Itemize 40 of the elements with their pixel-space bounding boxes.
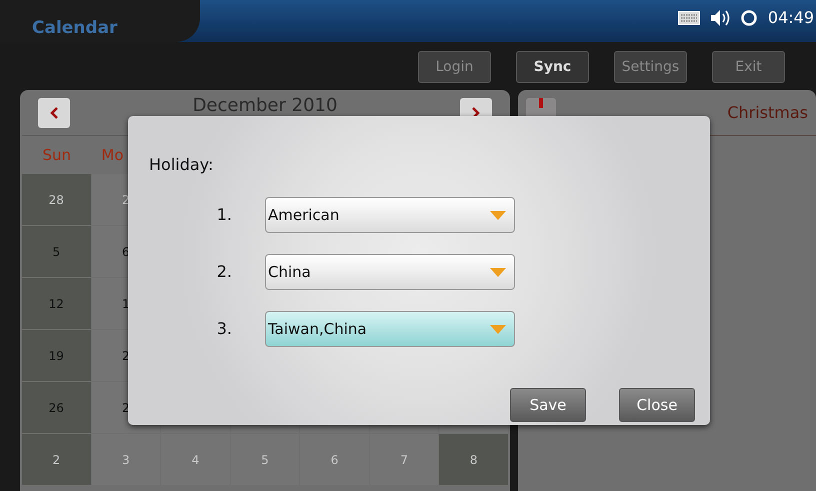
holiday-number: 1.	[216, 204, 232, 226]
sync-icon[interactable]	[740, 9, 758, 27]
dropdown-arrow-icon	[490, 324, 506, 334]
dropdown-arrow-icon	[490, 210, 506, 220]
toolbar-button[interactable]: Login	[418, 51, 491, 83]
holiday-dropdown[interactable]: China	[265, 254, 515, 290]
dialog-button[interactable]: Close	[619, 388, 695, 422]
holiday-dropdown[interactable]: American	[265, 197, 515, 233]
day-cell[interactable]: 7	[370, 434, 438, 485]
day-cell[interactable]: 2	[22, 434, 91, 485]
day-cell[interactable]: 3	[92, 434, 160, 485]
toolbar-button[interactable]: Sync	[516, 51, 589, 83]
month-title: December 2010	[192, 94, 338, 118]
day-cell[interactable]: 12	[22, 278, 91, 329]
toolbar-button[interactable]: Settings	[614, 51, 687, 83]
toolbar-button[interactable]: Exit	[712, 51, 785, 83]
day-cell[interactable]: 5	[22, 226, 91, 277]
keyboard-icon[interactable]	[678, 11, 700, 25]
holiday-number: 3.	[216, 318, 232, 340]
chevron-left-icon	[49, 106, 59, 120]
holiday-number: 2.	[216, 261, 232, 283]
dropdown-arrow-icon	[490, 268, 506, 276]
speaker-icon[interactable]	[710, 9, 730, 27]
previous-month-button[interactable]	[38, 98, 70, 128]
day-cell[interactable]: 4	[161, 434, 230, 485]
day-cell[interactable]: 19	[22, 330, 91, 381]
dialog-button[interactable]: Save	[510, 388, 586, 422]
exclamation-icon	[539, 98, 543, 108]
day-cell[interactable]: 28	[22, 174, 91, 225]
app-title: Calendar	[0, 0, 200, 42]
event-title: Christmas	[727, 102, 808, 124]
day-cell[interactable]: 5	[230, 434, 300, 485]
weekday-label: Sun	[42, 144, 71, 166]
holiday-dropdown[interactable]: Taiwan,China	[265, 311, 515, 347]
day-cell[interactable]: 6	[300, 434, 369, 485]
day-cell[interactable]: 26	[22, 382, 91, 433]
day-cell[interactable]: 8	[439, 434, 508, 485]
holiday-label: Holiday:	[149, 154, 214, 176]
weekday-label: Mo	[100, 144, 124, 166]
clock-time: 04:49	[768, 7, 814, 29]
